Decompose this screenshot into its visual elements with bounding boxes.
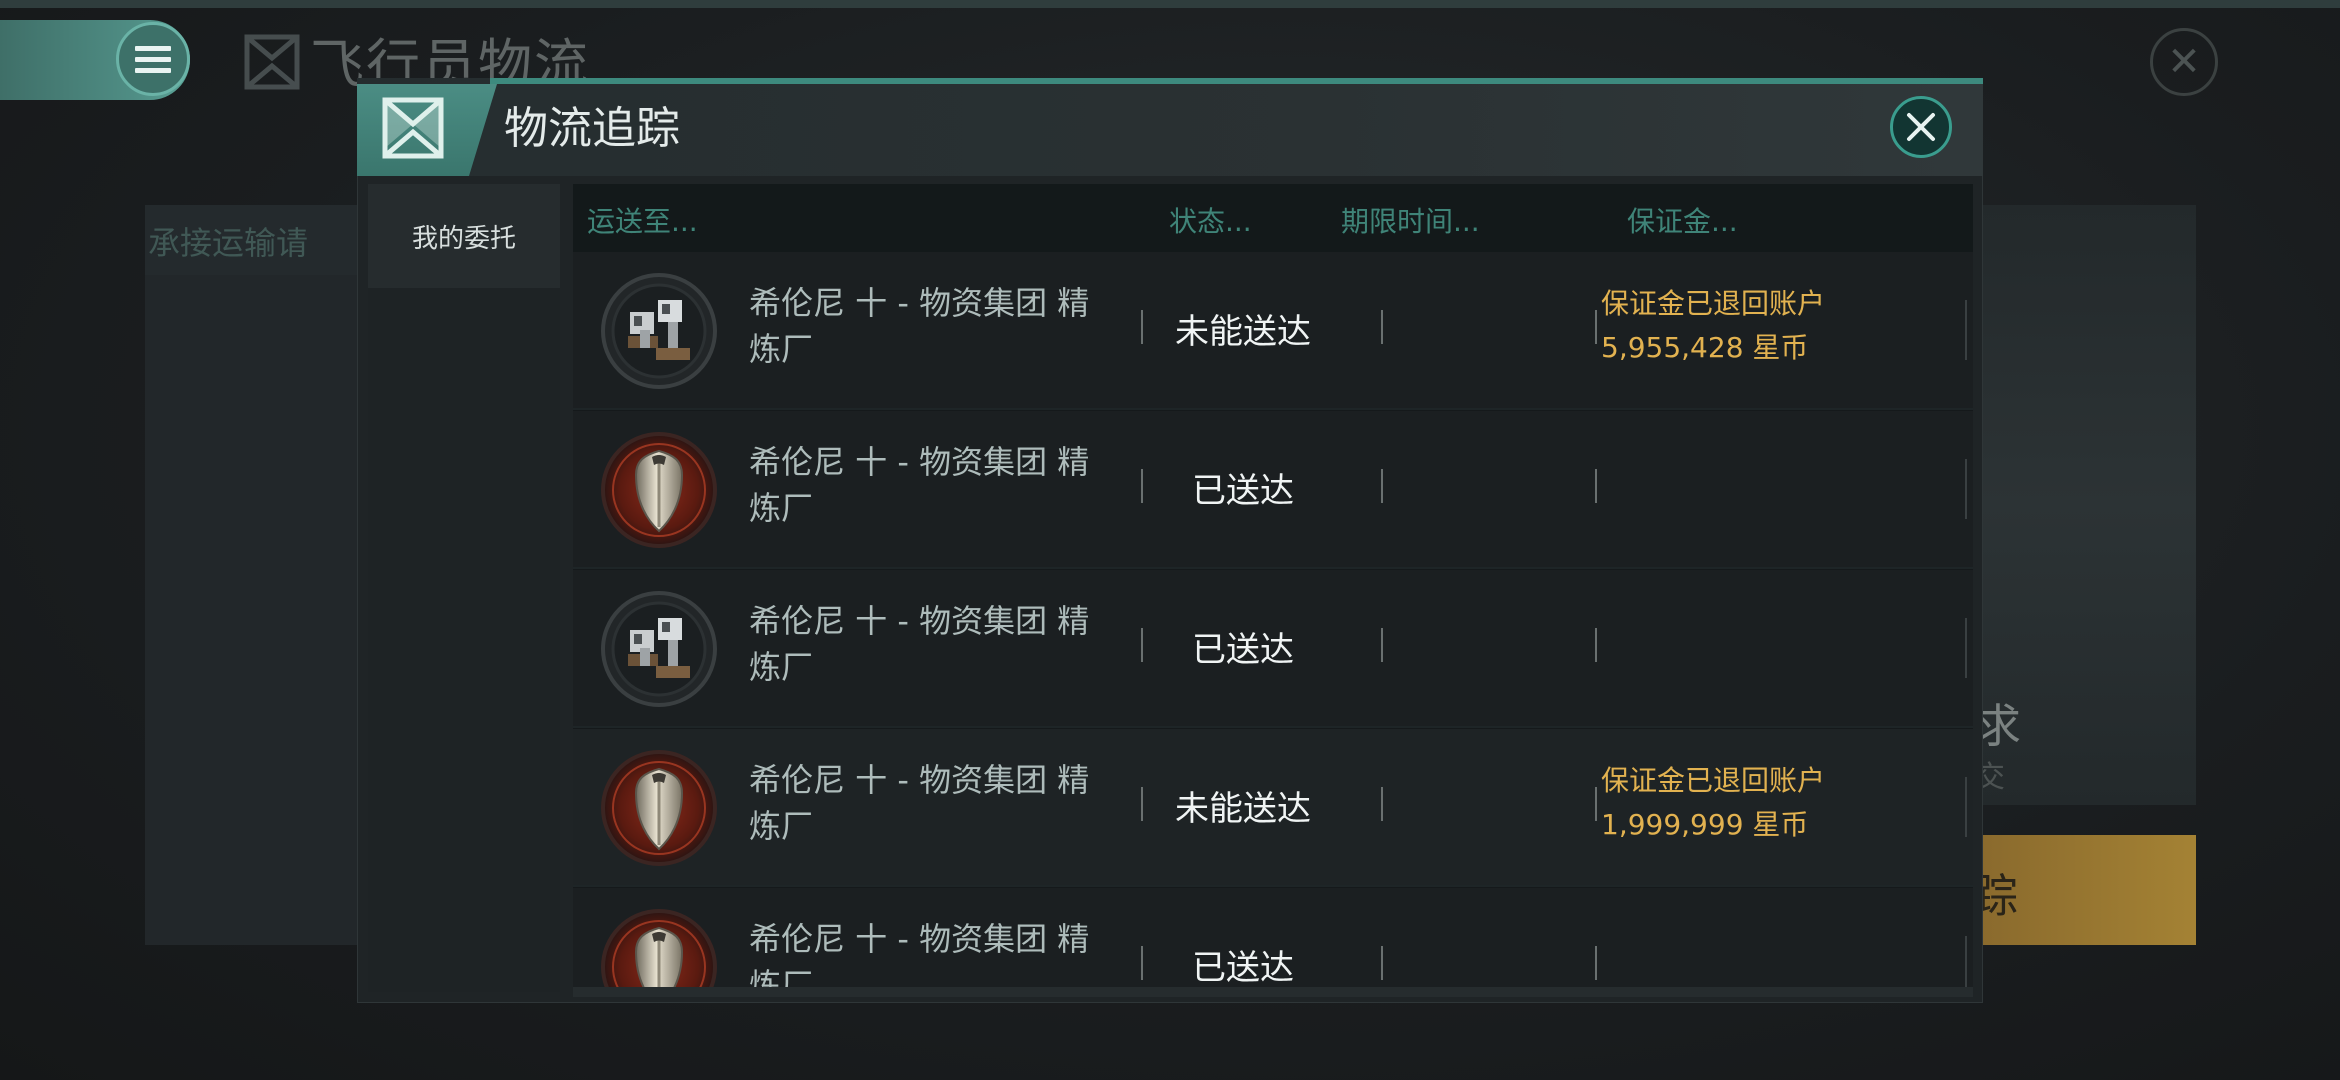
deposit-cell: 保证金已退回账户 5,955,428 星币 xyxy=(1601,282,1825,370)
column-divider xyxy=(1595,946,1597,980)
list-header: 运送至... 状态... 期限时间... 保证金... xyxy=(573,184,1973,252)
status-cell: 已送达 xyxy=(1192,471,1294,511)
dialog-close-button[interactable] xyxy=(1890,96,1952,158)
destination-cell: 希伦尼 十 - 物资集团 精炼厂 xyxy=(749,602,1090,686)
destination-cell: 希伦尼 十 - 物资集团 精炼厂 xyxy=(749,443,1090,527)
shield-icon xyxy=(601,432,717,548)
list-bottom-edge xyxy=(573,987,1973,997)
column-divider xyxy=(1381,310,1383,344)
background-left-card xyxy=(145,205,365,945)
item-avatar xyxy=(600,590,718,708)
item-avatar xyxy=(600,431,718,549)
column-divider xyxy=(1381,628,1383,662)
item-avatar xyxy=(600,272,718,390)
column-divider xyxy=(1381,787,1383,821)
turret-icon xyxy=(601,273,717,389)
status-cell: 已送达 xyxy=(1192,630,1294,670)
column-divider xyxy=(1381,946,1383,980)
deposit-status: 保证金已退回账户 xyxy=(1601,764,1826,797)
column-divider xyxy=(1381,469,1383,503)
column-divider xyxy=(1595,310,1597,344)
row-edge xyxy=(1965,777,1967,837)
delivery-list[interactable]: 运送至... 状态... 期限时间... 保证金... 希伦尼 十 - 物资集团… xyxy=(573,184,1973,987)
background-close-icon: ✕ xyxy=(2150,28,2218,96)
deposit-amount: 1,999,999 星币 xyxy=(1601,808,1809,841)
table-row[interactable]: 希伦尼 十 - 物资集团 精炼厂 已送达 xyxy=(573,888,1973,987)
logistics-logo-icon xyxy=(382,97,444,159)
column-header-deposit[interactable]: 保证金... xyxy=(1627,200,1738,240)
deposit-amount: 5,955,428 星币 xyxy=(1601,331,1809,364)
shield-icon xyxy=(601,750,717,866)
top-strip xyxy=(0,0,2340,8)
shield-icon xyxy=(601,909,717,987)
deposit-cell: 保证金已退回账户 1,999,999 星币 xyxy=(1601,759,1825,847)
column-divider xyxy=(1595,787,1597,821)
column-header-deadline[interactable]: 期限时间... xyxy=(1341,200,1480,240)
table-row[interactable]: 希伦尼 十 - 物资集团 精炼厂 已送达 xyxy=(573,411,1973,569)
column-header-status[interactable]: 状态... xyxy=(1169,200,1252,240)
close-icon xyxy=(1907,113,1935,141)
column-header-destination[interactable]: 运送至... xyxy=(587,200,698,240)
table-row[interactable]: 希伦尼 十 - 物资集团 精炼厂 已送达 xyxy=(573,570,1973,728)
table-row[interactable]: 希伦尼 十 - 物资集团 精炼厂 未能送达 保证金已退回账户 1,999,999… xyxy=(573,729,1973,887)
status-cell: 未能送达 xyxy=(1175,789,1311,829)
destination-cell: 希伦尼 十 - 物资集团 精炼厂 xyxy=(749,920,1090,987)
item-avatar xyxy=(600,908,718,987)
column-divider xyxy=(1595,628,1597,662)
background-left-label: 承接运输请 xyxy=(148,224,309,262)
destination-cell: 希伦尼 十 - 物资集团 精炼厂 xyxy=(749,284,1090,368)
menu-button[interactable] xyxy=(116,22,190,96)
dialog-title: 物流追踪 xyxy=(504,103,680,154)
destination-cell: 希伦尼 十 - 物资集团 精炼厂 xyxy=(749,761,1090,845)
row-edge xyxy=(1965,936,1967,987)
dialog-accent-line xyxy=(490,78,1983,84)
column-divider xyxy=(1595,469,1597,503)
row-edge xyxy=(1965,618,1967,678)
deposit-status: 保证金已退回账户 xyxy=(1601,287,1826,320)
turret-icon xyxy=(601,591,717,707)
status-cell: 未能送达 xyxy=(1175,312,1311,352)
logistics-logo-icon xyxy=(244,34,300,90)
side-nav-column xyxy=(368,184,560,992)
table-row[interactable]: 希伦尼 十 - 物资集团 精炼厂 未能送达 保证金已退回账户 5,955,428… xyxy=(573,252,1973,410)
side-tab-my-commissions[interactable]: 我的委托 xyxy=(368,184,560,288)
hamburger-icon xyxy=(135,43,171,76)
row-edge xyxy=(1965,459,1967,519)
status-cell: 已送达 xyxy=(1192,948,1294,987)
item-avatar xyxy=(600,749,718,867)
row-edge xyxy=(1965,300,1967,360)
